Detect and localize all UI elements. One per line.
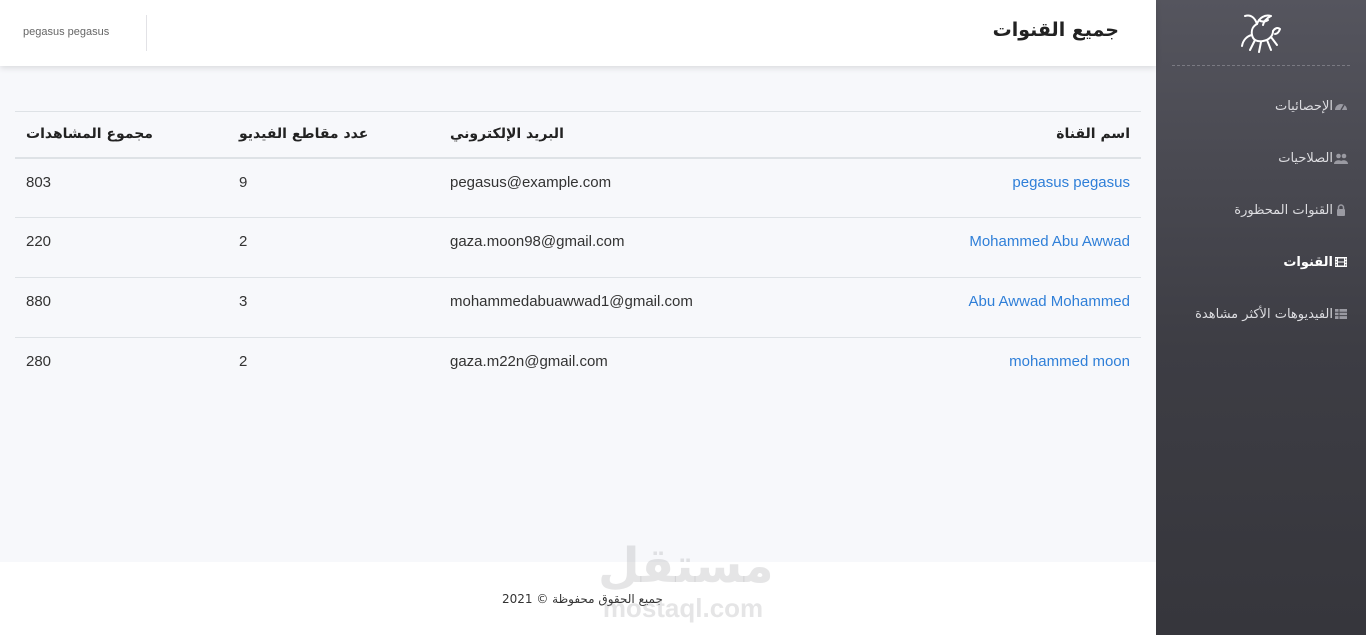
sidebar-item-statistics[interactable]: الإحصائيات — [1156, 80, 1366, 132]
table-row: mohammed moon gaza.m22n@gmail.com 2 280 — [15, 338, 1141, 398]
sidebar-item-label: القنوات المحظورة — [1234, 202, 1333, 218]
channel-name-link[interactable]: Mohammed Abu Awwad — [969, 233, 1130, 250]
channel-total-views: 280 — [26, 353, 52, 370]
sidebar-item-most-viewed-videos[interactable]: الفيديوهات الأكثر مشاهدة — [1156, 288, 1366, 340]
channel-video-count: 9 — [228, 157, 439, 218]
dashboard-icon — [1334, 100, 1348, 112]
sidebar-item-channels[interactable]: القنوات — [1156, 236, 1366, 288]
channel-video-count: 2 — [228, 217, 439, 278]
page-title: جميع القنوات — [992, 19, 1119, 41]
table-row: Abu Awwad Mohammed mohammedabuawwad1@gma… — [15, 277, 1141, 338]
channel-video-count: 2 — [239, 353, 248, 370]
copyright-text: جميع الحقوق محفوظة © 2021 — [502, 592, 663, 606]
column-header-email: البريد الإلكتروني — [439, 111, 850, 159]
sidebar-item-permissions[interactable]: الصلاحيات — [1156, 132, 1366, 184]
column-header-total-views: مجموع المشاهدات — [15, 111, 228, 159]
sidebar-item-label: القنوات — [1283, 254, 1333, 270]
sidebar-item-banned-channels[interactable]: القنوات المحظورة — [1156, 184, 1366, 236]
channels-table-container: اسم القناة البريد الإلكتروني عدد مقاطع ا… — [15, 111, 1141, 398]
film-icon — [1334, 256, 1348, 268]
channel-email: pegasus@example.com — [439, 157, 850, 218]
sidebar-item-label: الفيديوهات الأكثر مشاهدة — [1195, 306, 1333, 322]
channel-name-link[interactable]: mohammed moon — [1009, 353, 1130, 370]
channel-total-views: 803 — [15, 157, 228, 218]
table-row: pegasus pegasus pegasus@example.com 9 80… — [15, 157, 1141, 218]
channel-email: mohammedabuawwad1@gmail.com — [439, 277, 850, 338]
channel-name-link[interactable]: pegasus pegasus — [1012, 174, 1130, 191]
channel-video-count: 3 — [228, 277, 439, 338]
column-header-video-count: عدد مقاطع الفيديو — [228, 111, 439, 159]
channels-table: اسم القناة البريد الإلكتروني عدد مقاطع ا… — [15, 111, 1141, 398]
logo-area — [1172, 0, 1350, 66]
footer: جميع الحقوق محفوظة © 2021 — [0, 562, 1156, 635]
column-header-channel-name: اسم القناة — [850, 111, 1141, 159]
header-divider — [146, 15, 147, 51]
channel-total-views: 220 — [15, 217, 228, 278]
channel-name-link[interactable]: Abu Awwad Mohammed — [969, 293, 1130, 310]
sidebar: الإحصائيات الصلاحيات القنوات المحظورة ال… — [1156, 0, 1366, 635]
table-header-row: اسم القناة البريد الإلكتروني عدد مقاطع ا… — [15, 111, 1141, 159]
sidebar-item-label: الإحصائيات — [1274, 98, 1333, 114]
table-icon — [1334, 308, 1348, 320]
pegasus-logo-icon[interactable] — [1237, 10, 1285, 56]
sidebar-item-label: الصلاحيات — [1278, 150, 1333, 166]
channel-email: gaza.moon98@gmail.com — [439, 217, 850, 278]
sidebar-nav: الإحصائيات الصلاحيات القنوات المحظورة ال… — [1156, 66, 1366, 340]
channel-email: gaza.m22n@gmail.com — [450, 353, 608, 370]
table-row: Mohammed Abu Awwad gaza.moon98@gmail.com… — [15, 217, 1141, 278]
users-icon — [1334, 152, 1348, 164]
lock-icon — [1334, 204, 1348, 216]
top-bar: جميع القنوات pegasus pegasus — [0, 0, 1156, 66]
channel-total-views: 880 — [15, 277, 228, 338]
user-menu[interactable]: pegasus pegasus — [23, 26, 109, 38]
